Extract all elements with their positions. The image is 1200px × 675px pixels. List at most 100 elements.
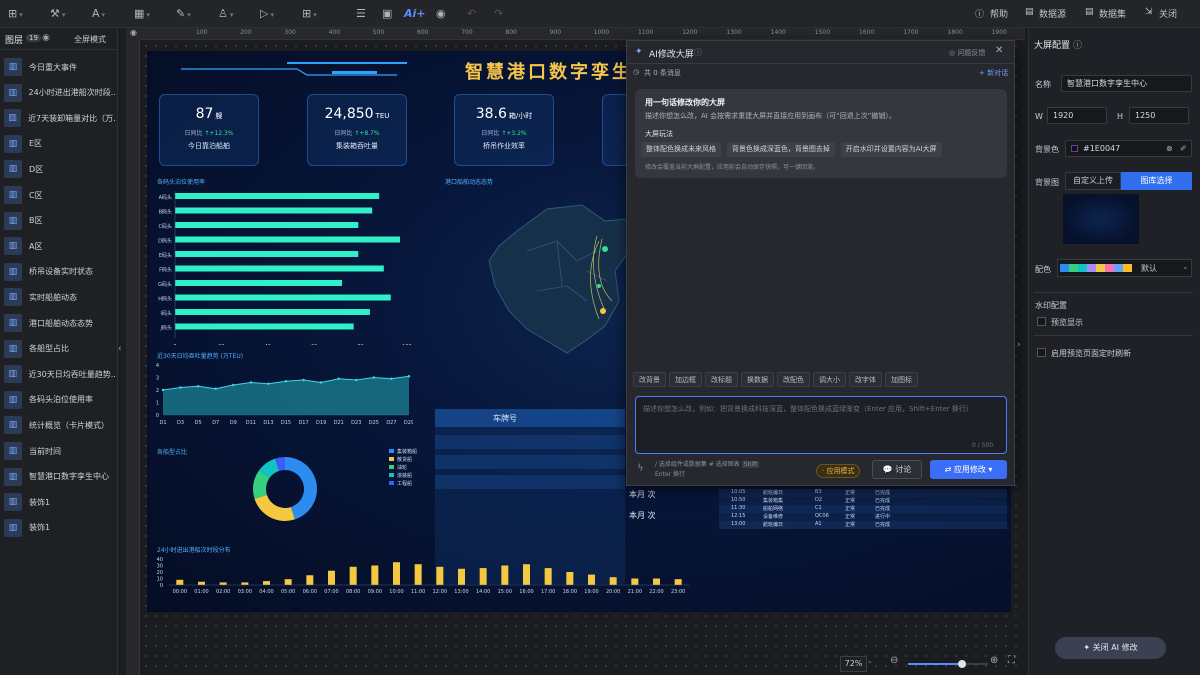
paint-icon[interactable]: ⚒ ▾ (50, 6, 65, 22)
auto-refresh-checkbox[interactable] (1037, 348, 1046, 357)
layer-item[interactable]: ▥ 近30天日均吞吐量趋势... (2, 363, 116, 385)
quick-chip[interactable]: 改标题 (705, 372, 738, 387)
apply-button[interactable]: ⇄ 应用修改 ▾ (930, 460, 1007, 479)
layer-item[interactable]: ▥ A区 (2, 235, 116, 257)
eye-icon[interactable]: ◉ (42, 33, 50, 43)
eyedropper-icon[interactable]: ✐ (1180, 141, 1187, 156)
layer-item[interactable]: ▥ 近7天装卸箱量对比（万... (2, 107, 116, 129)
zoom-in-icon[interactable]: ⊕ (990, 655, 998, 666)
legend-item: 油轮 (389, 464, 417, 472)
new-chat-button[interactable]: + 新对话 (979, 68, 1008, 78)
layer-item[interactable]: ▥ 桥吊设备实时状态 (2, 261, 116, 283)
pie-legend: 集装箱船 散货船 油轮 滚装船 工程船 (389, 448, 417, 488)
quick-chip[interactable]: 换数据 (741, 372, 774, 387)
zoom-value[interactable]: 72% (840, 656, 867, 672)
feedback-link[interactable]: ◎ 问题反馈 (949, 48, 985, 58)
datasource-link[interactable]: 数据源 (1039, 7, 1066, 20)
layer-label: 装饰1 (29, 523, 51, 533)
datasource-icon[interactable]: ▤ (1025, 7, 1034, 17)
fullscreen-mode-button[interactable]: 全屏模式 (74, 34, 106, 45)
close-icon[interactable]: ⇲ (1145, 7, 1153, 17)
layer-item[interactable]: ▥ 当前时间 (2, 440, 116, 462)
discuss-button[interactable]: 💬 讨论 (872, 460, 922, 479)
layer-label: E区 (29, 139, 43, 149)
layer-item[interactable]: ▥ 港口船舶动态态势 (2, 312, 116, 334)
layer-item[interactable]: ▥ 实时船舶动态 (2, 286, 116, 308)
help-icon[interactable]: ⓘ (975, 7, 984, 20)
ruler-tick: 1600 (859, 29, 875, 36)
text-icon[interactable]: A ▾ (92, 6, 105, 22)
quick-chip[interactable]: 加边框 (669, 372, 702, 387)
quick-chip[interactable]: 加图标 (885, 372, 918, 387)
layer-item[interactable]: ▥ D区 (2, 158, 116, 180)
ruler-tick: 1700 (903, 29, 919, 36)
collapse-left-icon[interactable]: ‹ (118, 344, 122, 354)
lightning-icon[interactable]: ϟ (637, 463, 644, 474)
layer-item[interactable]: ▥ E区 (2, 133, 116, 155)
tab-custom-upload[interactable]: 自定义上传 (1065, 172, 1121, 190)
color-swatch[interactable] (1071, 145, 1078, 152)
table-cell: 正常 (845, 514, 856, 520)
quick-chip[interactable]: 改配色 (777, 372, 810, 387)
undo-icon[interactable]: ↶ (467, 6, 476, 22)
layers-resizer[interactable]: ‹ (118, 28, 126, 675)
ai-prompt-input[interactable]: 描述你想怎么改，例如：把背景换成科技深蓝，整体配色换成蓝绿渐变（Enter 应用… (635, 396, 1007, 454)
name-input[interactable]: 智慧港口数字孪生中心 (1061, 75, 1192, 92)
layer-item[interactable]: ▥ 智慧港口数字孪生中心 (2, 466, 116, 488)
play-icon[interactable]: ▷ ▾ (260, 6, 274, 22)
height-input[interactable]: 1250 (1129, 107, 1189, 124)
pen-icon[interactable]: ✎ ▾ (176, 6, 191, 22)
quick-chip[interactable]: 改背景 (633, 372, 666, 387)
help-icon[interactable]: ⓘ (694, 47, 702, 58)
layer-item[interactable]: ▥ 各码头泊位使用率 (2, 389, 116, 411)
layer-item[interactable]: ▥ 装饰1 (2, 491, 116, 513)
mode-toggle[interactable]: · 应用模式 (816, 464, 861, 478)
example-chip[interactable]: 背景色换成深蓝色，背景图去掉 (726, 142, 835, 157)
ai-plus-button[interactable]: Ai+ (404, 6, 426, 22)
example-chip[interactable]: 开启水印并设置内容为AI大屏 (840, 142, 942, 157)
layer-item[interactable]: ▥ 各船型占比 (2, 338, 116, 360)
collapse-right-icon[interactable]: › (1017, 340, 1021, 350)
y-tick-label: 10 (157, 577, 163, 583)
zoom-slider-handle[interactable] (958, 660, 966, 668)
x-tick-label: 06:00 (303, 589, 317, 595)
redo-icon[interactable]: ↷ (494, 6, 503, 22)
fit-screen-icon[interactable]: ⛶ (1008, 655, 1015, 666)
dataset-icon[interactable]: ▤ (1085, 7, 1094, 17)
layer-item[interactable]: ▥ 今日重大事件 (2, 56, 116, 78)
chevron-down-icon[interactable]: ⌄ (867, 657, 873, 665)
person-icon[interactable]: ♙ ▾ (218, 6, 233, 22)
layer-item[interactable]: ▥ 24小时进出港船次时段... (2, 82, 116, 104)
zoom-out-icon[interactable]: ⊖ (890, 655, 898, 666)
quick-chip[interactable]: 调大小 (813, 372, 846, 387)
help-icon[interactable]: ⓘ (1073, 38, 1082, 51)
bg-image-preview[interactable] (1063, 194, 1139, 244)
database-icon[interactable]: ☰ (356, 6, 366, 22)
grid-menu-icon[interactable]: ⊞ ▾ (8, 6, 23, 22)
layer-item[interactable]: ▥ C区 (2, 184, 116, 206)
help-link[interactable]: 帮助 (990, 7, 1008, 20)
preview-checkbox[interactable] (1037, 317, 1046, 326)
table-icon[interactable]: ▦ ▾ (134, 6, 150, 22)
components-icon[interactable]: ⊞ ▾ (302, 6, 317, 22)
layer-item[interactable]: ▥ B区 (2, 210, 116, 232)
quick-chip[interactable]: 改字体 (849, 372, 882, 387)
close-icon[interactable]: ✕ (995, 45, 1003, 56)
save-icon[interactable]: ▣ (382, 6, 392, 22)
width-input[interactable]: 1920 (1047, 107, 1107, 124)
bgcolor-input[interactable]: #1E0047 ⊗ ✐ (1065, 140, 1192, 157)
table-cell: 13:00 (731, 521, 746, 527)
layer-item[interactable]: ▥ 统计概览（卡片模式） (2, 414, 116, 436)
example-chip[interactable]: 整体配色换成未来风格 (641, 142, 721, 157)
zoom-slider[interactable] (908, 660, 988, 668)
close-link[interactable]: 关闭 (1159, 7, 1177, 20)
clear-icon[interactable]: ⊗ (1166, 141, 1173, 156)
dataset-link[interactable]: 数据集 (1099, 7, 1126, 20)
close-ai-button[interactable]: ✦ 关闭 AI 修改 (1055, 637, 1166, 659)
layer-item[interactable]: ▥ 装饰1 (2, 517, 116, 539)
bar-chart-icon: ▥ (4, 416, 22, 435)
tab-gallery[interactable]: 图库选择 (1121, 172, 1192, 190)
eye-icon[interactable]: ◉ (126, 28, 141, 40)
palette-select[interactable]: 默认 ⌄ (1057, 259, 1192, 277)
eye-icon[interactable]: ◉ (436, 6, 446, 22)
